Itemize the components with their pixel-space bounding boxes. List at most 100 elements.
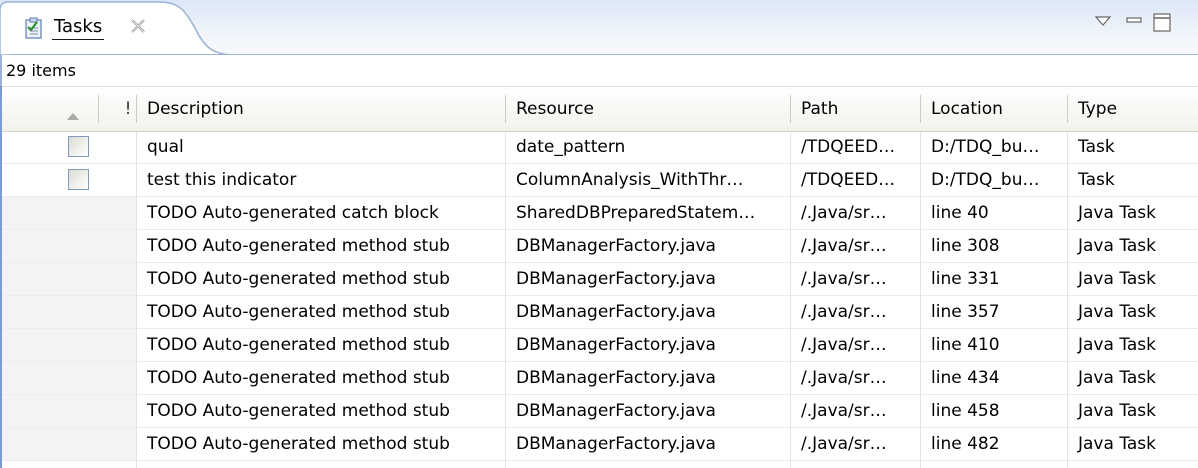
cell-type: Java Task: [1078, 302, 1157, 322]
column-divider: [920, 131, 921, 468]
cell-type: Task: [1078, 170, 1115, 190]
column-separator[interactable]: [505, 95, 506, 123]
cell-type: Task: [1078, 137, 1115, 157]
item-count: 29 items: [6, 61, 76, 80]
column-separator[interactable]: [790, 95, 791, 123]
table-row[interactable]: TODO Auto-generated catch block SharedDBP…: [2, 197, 1198, 230]
cell-location: line 458: [931, 401, 1000, 421]
table-row[interactable]: TODO Auto-generated method stub DBManager…: [2, 296, 1198, 329]
cell-location: line 40: [931, 203, 989, 223]
column-separator[interactable]: [98, 95, 99, 123]
table-row[interactable]: TODO Auto-generated method stub DBManager…: [2, 395, 1198, 428]
column-separator[interactable]: [920, 95, 921, 123]
view-menu-triangle-icon[interactable]: [1094, 13, 1112, 27]
column-divider: [136, 131, 137, 468]
cell-resource: DBManagerFactory.java: [516, 368, 716, 388]
cell-type: Java Task: [1078, 335, 1157, 355]
cell-location: line 482: [931, 434, 1000, 454]
column-separator[interactable]: [136, 95, 137, 123]
completed-checkbox[interactable]: [68, 136, 89, 157]
cell-description: TODO Auto-generated method stub: [147, 434, 450, 454]
table-row[interactable]: TODO Auto-generated method stub DBManager…: [2, 263, 1198, 296]
minimize-icon[interactable]: [1124, 13, 1144, 27]
cell-description: test this indicator: [147, 170, 297, 190]
table-header: ! Description Resource Path Location Typ…: [2, 86, 1198, 132]
cell-type: Java Task: [1078, 269, 1157, 289]
row-gutter: [2, 362, 136, 395]
column-header-type[interactable]: Type: [1069, 87, 1198, 131]
cell-description: TODO Auto-generated catch block: [147, 203, 439, 223]
cell-location: D:/TDQ_bu…: [931, 170, 1040, 190]
maximize-icon[interactable]: [1150, 11, 1174, 33]
cell-resource: DBManagerFactory.java: [516, 302, 716, 322]
cell-description: TODO Auto-generated method stub: [147, 236, 450, 256]
cell-path: /.Java/sr…: [801, 236, 887, 256]
view-tab-bar: Tasks: [0, 0, 1198, 56]
cell-location: D:/TDQ_bu…: [931, 137, 1040, 157]
cell-type: Java Task: [1078, 236, 1157, 256]
cell-path: /.Java/sr…: [801, 368, 887, 388]
close-x-icon[interactable]: [128, 16, 148, 36]
cell-path: /.Java/sr…: [801, 335, 887, 355]
row-gutter: [2, 329, 136, 362]
table-row[interactable]: TODO Auto-generated method stub DBManager…: [2, 329, 1198, 362]
cell-resource: DBManagerFactory.java: [516, 434, 716, 454]
column-header-path[interactable]: Path: [792, 87, 918, 131]
tasks-clipboard-icon: [22, 16, 46, 40]
row-gutter: [2, 395, 136, 428]
cell-resource: DBManagerFactory.java: [516, 401, 716, 421]
cell-resource: DBManagerFactory.java: [516, 236, 716, 256]
cell-path: /.Java/sr…: [801, 269, 887, 289]
cell-path: /.Java/sr…: [801, 434, 887, 454]
cell-location: line 357: [931, 302, 1000, 322]
table-row[interactable]: TODO Auto-generated method stub DBManager…: [2, 362, 1198, 395]
cell-path: /.Java/sr…: [801, 401, 887, 421]
cell-path: /TDQEED…: [801, 170, 896, 190]
table-row[interactable]: TODO Auto-generated method stub DBManager…: [2, 428, 1198, 461]
column-separator[interactable]: [1067, 95, 1068, 123]
row-gutter: [2, 428, 136, 461]
cell-path: /.Java/sr…: [801, 203, 887, 223]
cell-resource: DBManagerFactory.java: [516, 335, 716, 355]
row-gutter: [2, 197, 136, 230]
cell-type: Java Task: [1078, 368, 1157, 388]
cell-description: TODO Auto-generated method stub: [147, 335, 450, 355]
row-gutter: [2, 263, 136, 296]
cell-description: TODO Auto-generated method stub: [147, 401, 450, 421]
column-divider: [790, 131, 791, 468]
cell-location: line 331: [931, 269, 1000, 289]
row-divider: [2, 460, 1198, 461]
column-header-location[interactable]: Location: [922, 87, 1066, 131]
cell-description: TODO Auto-generated method stub: [147, 269, 450, 289]
row-gutter: [2, 230, 136, 263]
cell-location: line 410: [931, 335, 1000, 355]
tab-title: Tasks: [52, 15, 105, 40]
column-header-priority[interactable]: !: [118, 87, 138, 131]
cell-path: /.Java/sr…: [801, 302, 887, 322]
column-divider: [1067, 131, 1068, 468]
cell-description: TODO Auto-generated method stub: [147, 302, 450, 322]
table-row[interactable]: qual date_pattern/TDQEED… D:/TDQ_bu… Task: [2, 131, 1198, 164]
cell-location: line 308: [931, 236, 1000, 256]
column-header-resource[interactable]: Resource: [507, 87, 789, 131]
table-row[interactable]: test this indicator ColumnAnalysis_WithT…: [2, 164, 1198, 197]
cell-resource: SharedDBPreparedStatem…: [516, 203, 756, 223]
completed-checkbox[interactable]: [68, 169, 89, 190]
row-gutter: [2, 296, 136, 329]
tasks-view: Tasks 29 items ! Description Resource Pa…: [0, 0, 1198, 468]
cell-location: line 434: [931, 368, 1000, 388]
cell-type: Java Task: [1078, 401, 1157, 421]
cell-description: TODO Auto-generated method stub: [147, 368, 450, 388]
cell-resource: DBManagerFactory.java: [516, 269, 716, 289]
column-header-description[interactable]: Description: [138, 87, 504, 131]
cell-path: /TDQEED…: [801, 137, 896, 157]
table-row[interactable]: TODO Auto-generated method stub DBManager…: [2, 230, 1198, 263]
column-divider: [505, 131, 506, 468]
sort-ascending-icon: [66, 106, 80, 120]
cell-description: qual: [147, 137, 184, 157]
cell-type: Java Task: [1078, 434, 1157, 454]
cell-resource: date_pattern: [516, 137, 626, 157]
column-header-completed[interactable]: [2, 87, 100, 131]
tasks-table: ! Description Resource Path Location Typ…: [0, 86, 1198, 468]
cell-resource: ColumnAnalysis_WithThr…: [516, 170, 744, 190]
